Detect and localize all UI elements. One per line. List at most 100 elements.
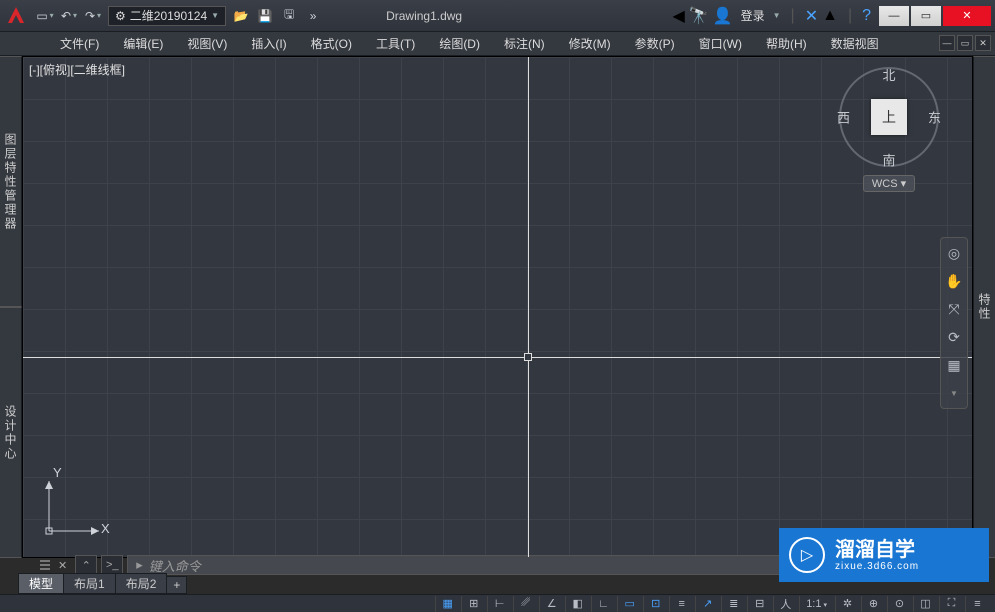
viewcube-west[interactable]: 西 [837, 108, 850, 127]
menu-help[interactable]: 帮助(H) [754, 32, 819, 55]
mdi-close[interactable]: ✕ [975, 35, 991, 51]
qat-new-menu[interactable]: ▭ [34, 5, 56, 27]
menu-format[interactable]: 格式(O) [299, 32, 364, 55]
quick-access-toolbar: ▭ ↶ ↷ [34, 5, 104, 27]
help-button[interactable]: ? [862, 7, 871, 25]
command-prompt-icon[interactable]: >_ [101, 555, 123, 575]
status-lwt-icon[interactable]: ⊡ [643, 596, 667, 612]
nav-zoom-extents-icon[interactable]: ⤧ [943, 298, 965, 320]
menu-parametric[interactable]: 参数(P) [623, 32, 687, 55]
command-drag-handle[interactable] [40, 560, 50, 570]
menu-tools[interactable]: 工具(T) [364, 32, 427, 55]
login-label[interactable]: 登录 [737, 7, 769, 24]
ucs-x-label: X [101, 521, 110, 536]
viewport-label[interactable]: [-][俯视][二维线框] [29, 61, 125, 78]
status-iso-icon[interactable]: ◧ [565, 596, 589, 612]
nav-pan-icon[interactable]: ✋ [943, 270, 965, 292]
tab-model[interactable]: 模型 [18, 573, 64, 594]
status-qp-icon[interactable]: ⊟ [747, 596, 771, 612]
tab-layout2[interactable]: 布局2 [115, 573, 168, 594]
nav-expand-icon[interactable]: ▼ [943, 382, 965, 404]
crosshair-pickbox [524, 353, 532, 361]
panel-layer-properties[interactable]: 图层特性管理器 [0, 56, 22, 307]
viewcube-north[interactable]: 北 [882, 65, 895, 84]
menu-draw[interactable]: 绘图(D) [427, 32, 492, 55]
title-bar: ▭ ↶ ↷ ⚙ 二维20190124 ▼ 📂 💾 🖫 » Drawing1.dw… [0, 0, 995, 32]
watermark-title: 溜溜自学 [835, 539, 919, 561]
nav-orbit-icon[interactable]: ⟳ [943, 326, 965, 348]
viewcube-coord-system[interactable]: WCS ▾ [863, 175, 915, 192]
nav-steering-wheel-icon[interactable]: ◎ [943, 242, 965, 264]
saveas-button[interactable]: 🖫 [278, 5, 300, 27]
status-grid-icon[interactable]: ▦ [435, 596, 459, 612]
mdi-minimize[interactable]: — [939, 35, 955, 51]
drawing-canvas[interactable]: [-][俯视][二维线框] X Y 上 北 南 西 东 WCS ▾ [22, 56, 973, 558]
panel-design-center[interactable]: 设计中心 [0, 307, 22, 558]
workspace-label: 二维20190124 [130, 7, 207, 24]
command-history-icon[interactable]: ⌃ [75, 555, 97, 575]
viewcube-east[interactable]: 东 [928, 108, 941, 127]
status-otrack-icon[interactable]: ▭ [617, 596, 641, 612]
menu-dimension[interactable]: 标注(N) [492, 32, 557, 55]
navigation-bar: ◎ ✋ ⤧ ⟳ ▦ ▼ [940, 237, 968, 409]
menu-bar: 文件(F) 编辑(E) 视图(V) 插入(I) 格式(O) 工具(T) 绘图(D… [0, 32, 995, 56]
status-isolate-icon[interactable]: ◫ [913, 596, 937, 612]
window-controls: — ▭ ✕ [877, 6, 991, 26]
undo-button[interactable]: ↶ [58, 5, 80, 27]
watermark-badge: ▷ 溜溜自学 zixue.3d66.com [779, 528, 989, 582]
status-snap-icon[interactable]: ⊞ [461, 596, 485, 612]
qat-more-button[interactable]: » [302, 5, 324, 27]
status-annoscale[interactable]: 1:1 [799, 596, 833, 612]
redo-button[interactable]: ↷ [82, 5, 104, 27]
close-button[interactable]: ✕ [943, 6, 991, 26]
work-area: 图层特性管理器 设计中心 [-][俯视][二维线框] X Y 上 北 南 西 [0, 56, 995, 558]
canvas-grid [23, 57, 972, 557]
crosshair-vertical [528, 57, 529, 557]
tab-add[interactable]: + [166, 576, 187, 594]
status-polar-icon[interactable]: ∠ [539, 596, 563, 612]
status-hw-icon[interactable]: ⊙ [887, 596, 911, 612]
save-button[interactable]: 💾 [254, 5, 276, 27]
ucs-y-label: Y [53, 465, 62, 480]
a360-icon[interactable]: ▲ [822, 7, 838, 25]
viewcube-south[interactable]: 南 [882, 150, 895, 169]
menu-modify[interactable]: 修改(M) [557, 32, 623, 55]
panel-properties[interactable]: 特性 [973, 56, 995, 558]
menu-edit[interactable]: 编辑(E) [111, 32, 175, 55]
status-tpy-icon[interactable]: ≣ [721, 596, 745, 612]
mdi-controls: — ▭ ✕ [939, 35, 991, 51]
status-trans-icon[interactable]: ≡ [669, 596, 693, 612]
status-infer-icon[interactable]: ⊢ [487, 596, 511, 612]
menu-view[interactable]: 视图(V) [175, 32, 239, 55]
tab-layout1[interactable]: 布局1 [63, 573, 116, 594]
minimize-button[interactable]: — [879, 6, 909, 26]
viewcube-top-face[interactable]: 上 [871, 99, 907, 135]
status-cycling-icon[interactable]: ↗ [695, 596, 719, 612]
layout-tabs: 模型 布局1 布局2 + [18, 576, 186, 594]
menu-file[interactable]: 文件(F) [48, 32, 111, 55]
workspace-selector[interactable]: ⚙ 二维20190124 ▼ [108, 6, 226, 26]
menu-dataview[interactable]: 数据视图 [819, 32, 891, 55]
status-osnap-icon[interactable]: ∟ [591, 596, 615, 612]
nav-showmotion-icon[interactable]: ▦ [943, 354, 965, 376]
app-logo[interactable] [4, 4, 28, 28]
mdi-restore[interactable]: ▭ [957, 35, 973, 51]
command-close-icon[interactable]: ✕ [54, 559, 71, 572]
status-clean-icon[interactable]: ⛶ [939, 596, 963, 612]
user-icon[interactable]: 👤 [713, 6, 733, 26]
status-ws-icon[interactable]: ✲ [835, 596, 859, 612]
viewcube-compass[interactable]: 上 北 南 西 东 [839, 67, 939, 167]
status-annomon-icon[interactable]: ⊕ [861, 596, 885, 612]
nav-prev-button[interactable]: ◀ [672, 6, 684, 26]
ucs-icon[interactable]: X Y [41, 469, 111, 539]
maximize-button[interactable]: ▭ [911, 6, 941, 26]
status-anno-icon[interactable]: 人 [773, 596, 797, 612]
search-binoculars-icon[interactable]: 🔭 [689, 6, 709, 26]
exchange-apps-icon[interactable]: ✕ [805, 6, 818, 26]
menu-window[interactable]: 窗口(W) [687, 32, 754, 55]
status-ortho-icon[interactable]: ␥ [513, 596, 537, 612]
view-cube[interactable]: 上 北 南 西 东 WCS ▾ [834, 67, 944, 207]
open-button[interactable]: 📂 [230, 5, 252, 27]
menu-insert[interactable]: 插入(I) [239, 32, 298, 55]
status-customize-icon[interactable]: ≡ [965, 596, 989, 612]
